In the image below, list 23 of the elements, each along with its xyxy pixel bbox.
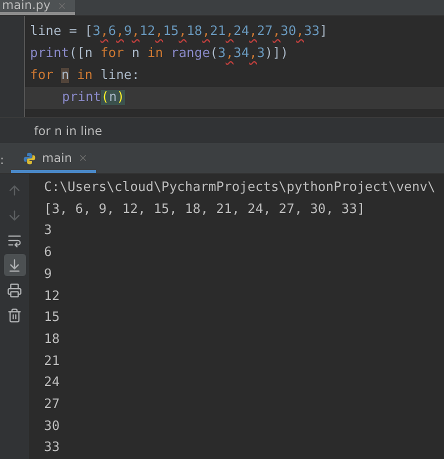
console-line: 27 <box>44 396 61 414</box>
trash-icon <box>7 308 22 323</box>
file-tab[interactable]: main.py <box>0 0 75 15</box>
python-icon <box>23 152 36 165</box>
console-line: 3 <box>44 222 53 240</box>
console-line: 21 <box>44 352 61 371</box>
console-line: C:\Users\cloud\PycharmProjects\pythonProject\venv\ <box>44 179 436 198</box>
console-line: 6 <box>44 244 53 262</box>
console-line: 12 <box>44 288 61 306</box>
panel-label: : <box>0 152 6 169</box>
wrap-text-icon <box>7 232 22 248</box>
console-line: 18 <box>44 330 61 349</box>
console-line: 24 <box>44 374 61 392</box>
scroll-to-end-icon <box>7 258 22 273</box>
scroll-to-end-button[interactable] <box>4 254 26 276</box>
console-line: 33 <box>44 439 61 458</box>
printer-icon <box>7 282 22 298</box>
down-arrow-icon <box>7 208 22 223</box>
console-line: [3, 6, 9, 12, 15, 18, 21, 24, 27, 30, 33] <box>44 200 366 219</box>
console-line: 9 <box>44 266 53 284</box>
console-line: 30 <box>44 418 61 436</box>
console-line: 15 <box>44 309 61 328</box>
breadcrumb[interactable]: for n in line <box>34 124 102 138</box>
